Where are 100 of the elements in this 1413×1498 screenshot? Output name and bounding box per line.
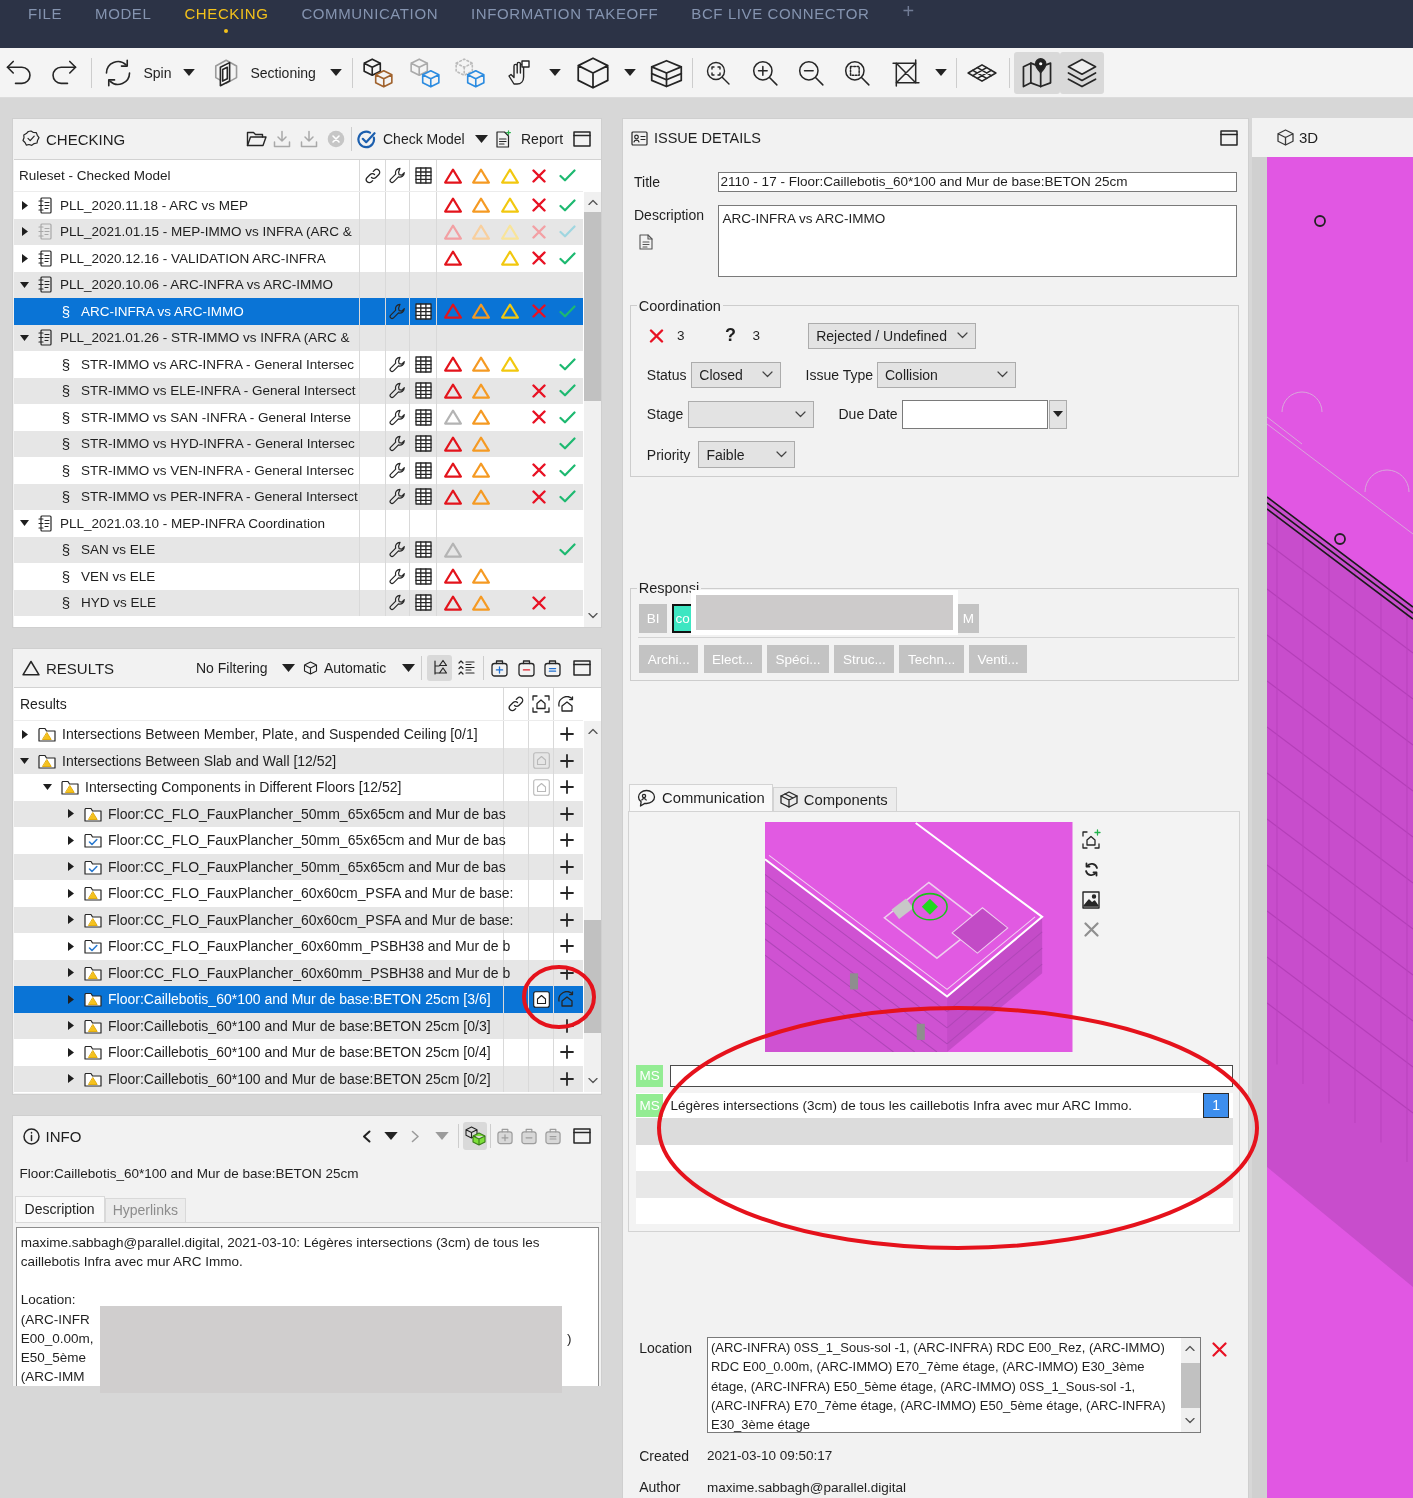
caret-down-icon[interactable] — [20, 520, 29, 527]
table-icon[interactable] — [414, 461, 432, 479]
menu-tab[interactable]: FILE — [28, 0, 63, 48]
tree-row[interactable]: § STR-IMMO vs ARC-INFRA - General Intersec — [14, 351, 583, 378]
tree-row[interactable]: PLL_2020.12.16 - VALIDATION ARC-INFRA — [14, 245, 583, 272]
scrollbar[interactable] — [1180, 1338, 1200, 1433]
caret-down-icon[interactable] — [20, 757, 29, 764]
image-icon[interactable] — [1082, 890, 1101, 909]
status-dropdown[interactable]: Closed — [691, 361, 782, 389]
caret-right-icon[interactable] — [67, 862, 74, 872]
tree-row[interactable]: Floor:Caillebotis_60*100 and Mur de base:BETON 25cm [0/2] — [14, 1065, 583, 1092]
tree-row[interactable]: Intersecting Components in Different Floors [12/52] — [14, 774, 583, 801]
tree-row[interactable]: Intersections Between Slab and Wall [12/52] — [14, 747, 583, 774]
close-icon[interactable] — [1211, 1342, 1227, 1358]
tree-row[interactable]: § VEN vs ELE — [14, 563, 583, 590]
table-icon[interactable] — [414, 302, 432, 320]
viewpoint-add-icon[interactable] — [1081, 828, 1101, 849]
wrench-icon[interactable] — [389, 408, 406, 426]
wrench-icon[interactable] — [389, 594, 406, 612]
menu-tab[interactable]: INFORMATION TAKEOFF — [471, 0, 659, 48]
chevron-up-icon[interactable] — [1185, 1345, 1196, 1352]
wrench-icon[interactable] — [389, 382, 406, 400]
menu-tab[interactable]: BCF LIVE CONNECTOR — [691, 0, 870, 48]
scrollbar-thumb[interactable] — [584, 212, 601, 401]
caret-right-icon[interactable] — [21, 200, 28, 210]
maximize-icon[interactable] — [573, 131, 591, 147]
scrollbar[interactable] — [584, 192, 601, 627]
sectioning-button[interactable]: Sectioning — [210, 51, 343, 94]
bag-plus-icon[interactable] — [491, 659, 508, 677]
caret-right-icon[interactable] — [21, 253, 28, 263]
layers-button[interactable] — [1060, 51, 1105, 94]
tree-row[interactable]: Floor:CC_FLO_FauxPlancher_50mm_65x65cm and Mur de bas — [14, 800, 583, 827]
tree-row[interactable]: § HYD vs ELE — [14, 589, 583, 616]
tree-row[interactable]: Floor:CC_FLO_FauxPlancher_60x60cm_PSFA and Mur de base: — [14, 880, 583, 907]
caret-right-icon[interactable] — [67, 968, 74, 978]
tab[interactable]: Components — [772, 787, 897, 812]
caret-down-icon[interactable] — [20, 334, 29, 341]
comment-input[interactable] — [669, 1065, 1233, 1087]
caret-right-icon[interactable] — [67, 835, 74, 845]
tree-row[interactable]: Floor:Caillebotis_60*100 and Mur de base:BETON 25cm [0/4] — [14, 1039, 583, 1066]
table-icon[interactable] — [414, 594, 432, 612]
scrollbar-thumb[interactable] — [584, 919, 601, 1033]
maximize-icon[interactable] — [1219, 130, 1238, 146]
tree-row[interactable]: PLL_2021.01.26 - STR-IMMO vs INFRA (ARC & — [14, 324, 583, 351]
table-icon[interactable] — [414, 408, 432, 426]
view-tab[interactable]: 3D — [1276, 128, 1319, 146]
caret-right-icon[interactable] — [67, 941, 74, 951]
date-picker-button[interactable] — [1049, 400, 1067, 429]
plus-icon[interactable] — [560, 806, 574, 821]
filter-dropdown[interactable]: No Filtering — [196, 660, 295, 676]
report-button[interactable]: Report — [496, 130, 566, 148]
plus-icon[interactable] — [560, 859, 574, 874]
tree-row[interactable]: Intersections Between Member, Plate, and Suspended Ceiling [0/1] — [14, 721, 583, 748]
tree-row[interactable]: § STR-IMMO vs HYD-INFRA - General Intersec — [14, 430, 583, 457]
table-icon[interactable] — [414, 382, 432, 400]
plus-icon[interactable] — [560, 780, 574, 795]
tree-row[interactable]: § STR-IMMO vs ELE-INFRA - General Intersect — [14, 377, 583, 404]
spin-button[interactable]: Spin — [103, 51, 196, 94]
table-icon[interactable] — [414, 435, 432, 453]
refresh-icon[interactable] — [1083, 862, 1099, 878]
chevron-down-icon[interactable] — [1185, 1418, 1196, 1425]
tree-row[interactable]: Floor:CC_FLO_FauxPlancher_50mm_65x65cm and Mur de bas — [14, 827, 583, 854]
maximize-icon[interactable] — [573, 660, 591, 676]
tree-row[interactable]: Floor:Caillebotis_60*100 and Mur de base:BETON 25cm [3/6] — [14, 986, 583, 1013]
issue-type-dropdown[interactable]: Collision — [877, 361, 1016, 389]
scrollbar-thumb[interactable] — [1180, 1362, 1200, 1408]
chevron-up-icon[interactable] — [587, 728, 598, 734]
tab[interactable]: Communication — [629, 784, 773, 812]
tree-row[interactable]: PLL_2020.11.18 - ARC vs MEP — [14, 192, 583, 219]
menu-tab[interactable]: MODEL — [95, 0, 152, 48]
bag-equal-icon[interactable] — [544, 659, 561, 677]
folder-open-icon[interactable] — [246, 131, 267, 147]
tree-row[interactable]: § STR-IMMO vs SAN -INFRA - General Interse — [14, 404, 583, 431]
bag-minus-icon[interactable] — [518, 659, 535, 677]
caret-right-icon[interactable] — [67, 1047, 74, 1057]
tree-row[interactable]: Floor:CC_FLO_FauxPlancher_50mm_65x65cm and Mur de bas — [14, 853, 583, 880]
plus-icon[interactable] — [560, 886, 574, 901]
plus-icon[interactable] — [560, 939, 574, 954]
wrench-icon[interactable] — [389, 488, 406, 506]
wrench-icon[interactable] — [389, 567, 406, 585]
caret-down-icon[interactable] — [384, 1132, 398, 1140]
priority-dropdown[interactable]: Faible — [698, 441, 796, 468]
tab[interactable]: Description — [14, 1195, 105, 1222]
tree-row[interactable]: Floor:CC_FLO_FauxPlancher_60x60mm_PSBH38 and Mur de b — [14, 933, 583, 960]
plus-icon[interactable] — [560, 912, 574, 927]
chevron-down-icon[interactable] — [587, 1078, 598, 1084]
menu-tab[interactable]: CHECKING — [184, 0, 269, 48]
comment-row[interactable]: MS Légères intersections (3cm) de tous les caillebotis Infra avec mur ARC Immo. 1 — [636, 1092, 1233, 1119]
wrench-icon[interactable] — [389, 541, 406, 559]
plus-icon[interactable] — [560, 1045, 574, 1060]
description-field[interactable]: ARC-INFRA vs ARC-IMMO — [717, 205, 1238, 277]
chevron-down-icon[interactable] — [587, 613, 598, 619]
map-button[interactable] — [1013, 51, 1060, 94]
wrench-icon[interactable] — [389, 461, 406, 479]
viewpoint-icon[interactable] — [532, 990, 550, 1008]
maximize-icon[interactable] — [573, 1128, 591, 1144]
tree-row[interactable]: § STR-IMMO vs PER-INFRA - General Intersect — [14, 483, 583, 510]
table-icon[interactable] — [414, 355, 432, 373]
due-date-field[interactable] — [902, 400, 1048, 429]
tree-row[interactable]: § STR-IMMO vs VEN-INFRA - General Intersec — [14, 457, 583, 484]
